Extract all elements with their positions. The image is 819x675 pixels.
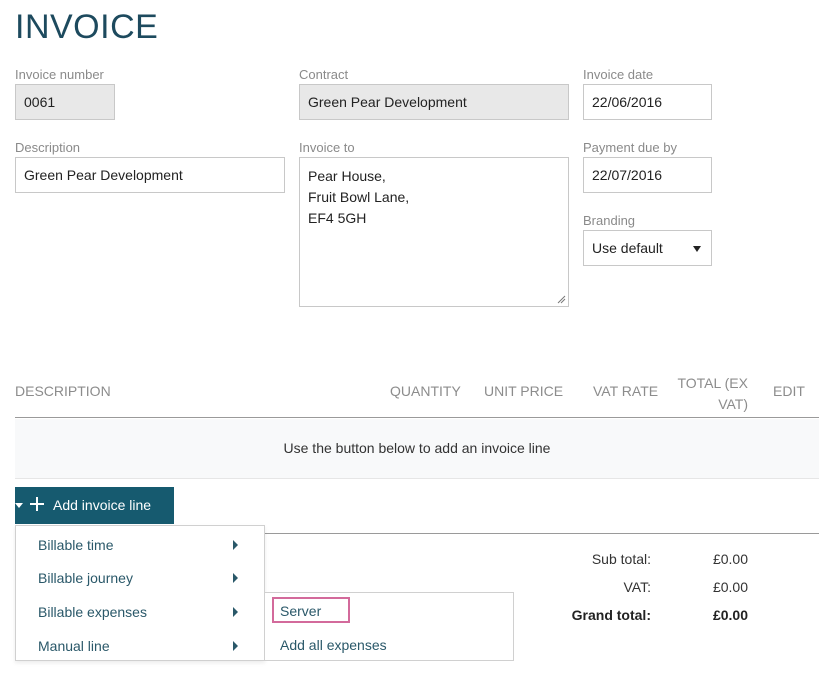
- column-header-quantity: QUANTITY: [390, 383, 461, 399]
- invoice-to-line: Pear House,: [308, 168, 386, 184]
- empty-table-row: Use the button below to add an invoice l…: [15, 419, 819, 479]
- column-header-edit: EDIT: [773, 383, 805, 399]
- description-field[interactable]: Green Pear Development: [15, 157, 285, 193]
- table-header-divider: [15, 417, 819, 418]
- invoice-to-label: Invoice to: [299, 140, 355, 155]
- menu-item-label: Billable journey: [38, 570, 133, 586]
- add-line-menu: Billable time Billable journey Billable …: [15, 525, 265, 661]
- column-header-unit-price: UNIT PRICE: [484, 383, 564, 399]
- menu-item-label: Billable time: [38, 537, 114, 553]
- menu-item-label: Manual line: [38, 638, 110, 654]
- add-invoice-line-label: Add invoice line: [53, 497, 152, 513]
- invoice-to-field[interactable]: Pear House, Fruit Bowl Lane, EF4 5GH: [299, 157, 569, 307]
- add-invoice-line-button[interactable]: Add invoice line: [15, 487, 174, 524]
- plus-icon: [29, 496, 45, 512]
- contract-label: Contract: [299, 67, 349, 82]
- menu-item-label: Billable expenses: [38, 604, 147, 620]
- branding-select[interactable]: Use default: [583, 230, 712, 266]
- description-label: Description: [15, 140, 81, 155]
- branding-label: Branding: [583, 213, 636, 228]
- branding-select-value: Use default: [592, 240, 663, 256]
- submenu-item-label: Server: [280, 603, 322, 619]
- chevron-right-icon: [233, 540, 238, 550]
- chevron-right-icon: [233, 607, 238, 617]
- empty-table-message: Use the button below to add an invoice l…: [283, 440, 551, 456]
- resize-grip-icon[interactable]: [557, 295, 566, 304]
- highlighted-item-box: Server: [272, 597, 350, 623]
- invoice-number-label: Invoice number: [15, 67, 104, 82]
- invoice-to-line: EF4 5GH: [308, 210, 367, 226]
- vat-value: £0.00: [712, 579, 748, 595]
- invoice-date-label: Invoice date: [583, 67, 654, 82]
- totals-divider: [264, 533, 819, 534]
- sub-total-label: Sub total:: [591, 551, 651, 567]
- column-header-description: DESCRIPTION: [15, 383, 111, 399]
- payment-due-field[interactable]: 22/07/2016: [583, 157, 712, 193]
- submenu-item-label: Add all expenses: [280, 637, 387, 653]
- column-header-total-line: TOTAL (EX: [677, 375, 748, 391]
- menu-item-billable-journey[interactable]: Billable journey: [16, 560, 264, 594]
- menu-item-billable-expenses[interactable]: Billable expenses: [16, 594, 264, 628]
- chevron-right-icon: [233, 573, 238, 583]
- column-header-total-line: VAT): [718, 396, 748, 412]
- invoice-number-field: 0061: [15, 84, 115, 120]
- chevron-right-icon: [233, 641, 238, 651]
- submenu-item-add-all-expenses[interactable]: Add all expenses: [265, 627, 513, 661]
- caret-down-icon: [15, 503, 23, 508]
- menu-item-manual-line[interactable]: Manual line: [16, 628, 264, 662]
- column-header-total: TOTAL (EX VAT): [668, 373, 748, 415]
- sub-total-value: £0.00: [712, 551, 748, 567]
- grand-total-value: £0.00: [712, 607, 748, 623]
- payment-due-label: Payment due by: [583, 140, 677, 155]
- vat-label: VAT:: [623, 579, 652, 595]
- page-title: INVOICE: [15, 8, 159, 46]
- invoice-to-line: Fruit Bowl Lane,: [308, 189, 410, 205]
- submenu-item-server[interactable]: Server: [265, 593, 513, 627]
- column-header-vat-rate: VAT RATE: [593, 383, 659, 399]
- invoice-date-field[interactable]: 22/06/2016: [583, 84, 712, 120]
- dropdown-arrow-icon: [693, 246, 701, 252]
- contract-field: Green Pear Development: [299, 84, 569, 120]
- menu-item-billable-time[interactable]: Billable time: [16, 527, 264, 561]
- grand-total-label: Grand total:: [571, 607, 651, 623]
- expenses-submenu: Server Add all expenses: [264, 592, 514, 661]
